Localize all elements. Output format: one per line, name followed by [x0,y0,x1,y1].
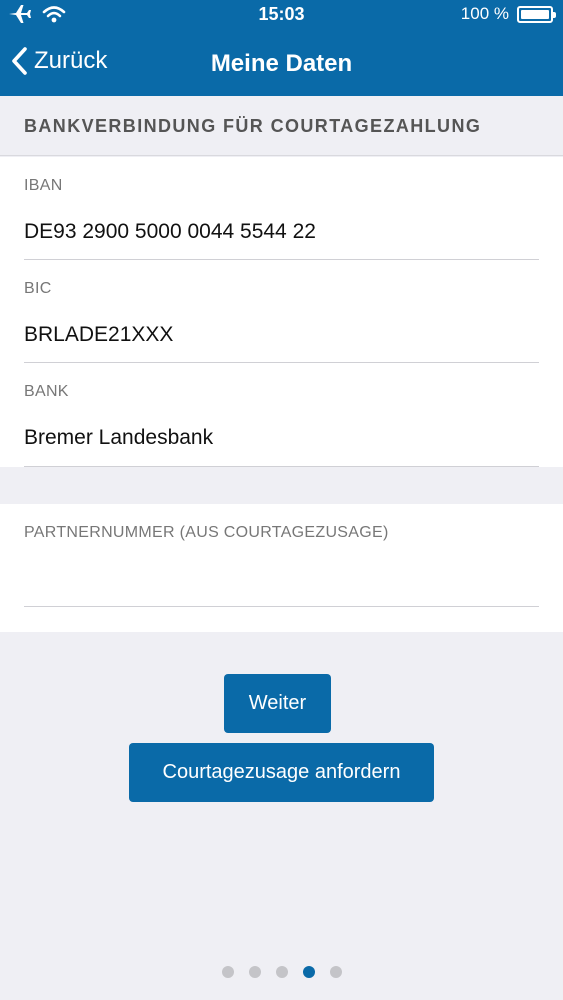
bic-field[interactable]: BIC BRLADE21XXX [24,260,539,363]
partner-number-group: PARTNERNUMMER (AUS COURTAGEZUSAGE) [0,504,563,632]
section-header: BANKVERBINDUNG FÜR COURTAGEZAHLUNG [0,96,563,156]
partner-number-label: PARTNERNUMMER (AUS COURTAGEZUSAGE) [24,524,389,541]
status-bar: 15:03 100 % [0,0,563,30]
status-right: 100 % [460,4,556,24]
bank-label: BANK [24,383,69,400]
section-title: BANKVERBINDUNG FÜR COURTAGEZAHLUNG [24,116,482,136]
next-button[interactable]: Weiter [224,674,331,733]
battery-percent: 100 % [460,4,509,23]
bic-label: BIC [24,280,52,297]
navigation-bar: Zurück Meine Daten [0,30,563,96]
iban-field[interactable]: IBAN DE93 2900 5000 0044 5544 22 [24,157,539,260]
request-commission-button[interactable]: Courtagezusage anfordern [129,743,434,802]
page-dot-4[interactable] [302,966,315,978]
iban-value[interactable]: DE93 2900 5000 0044 5544 22 [24,220,316,244]
page-dot-2[interactable] [248,966,261,978]
bank-details-group: IBAN DE93 2900 5000 0044 5544 22 BIC BRL… [0,157,563,467]
battery-icon [517,5,556,23]
page-title: Meine Daten [210,50,353,77]
page-indicator [0,966,563,978]
bic-value[interactable]: BRLADE21XXX [24,323,173,347]
page-dot-5[interactable] [329,966,342,978]
bank-value[interactable]: Bremer Landesbank [24,426,213,450]
page-dot-3[interactable] [275,966,288,978]
partner-number-field[interactable]: PARTNERNUMMER (AUS COURTAGEZUSAGE) [24,504,539,607]
iban-label: IBAN [24,177,63,194]
bank-field[interactable]: BANK Bremer Landesbank [24,363,539,467]
page-dot-1[interactable] [221,966,234,978]
